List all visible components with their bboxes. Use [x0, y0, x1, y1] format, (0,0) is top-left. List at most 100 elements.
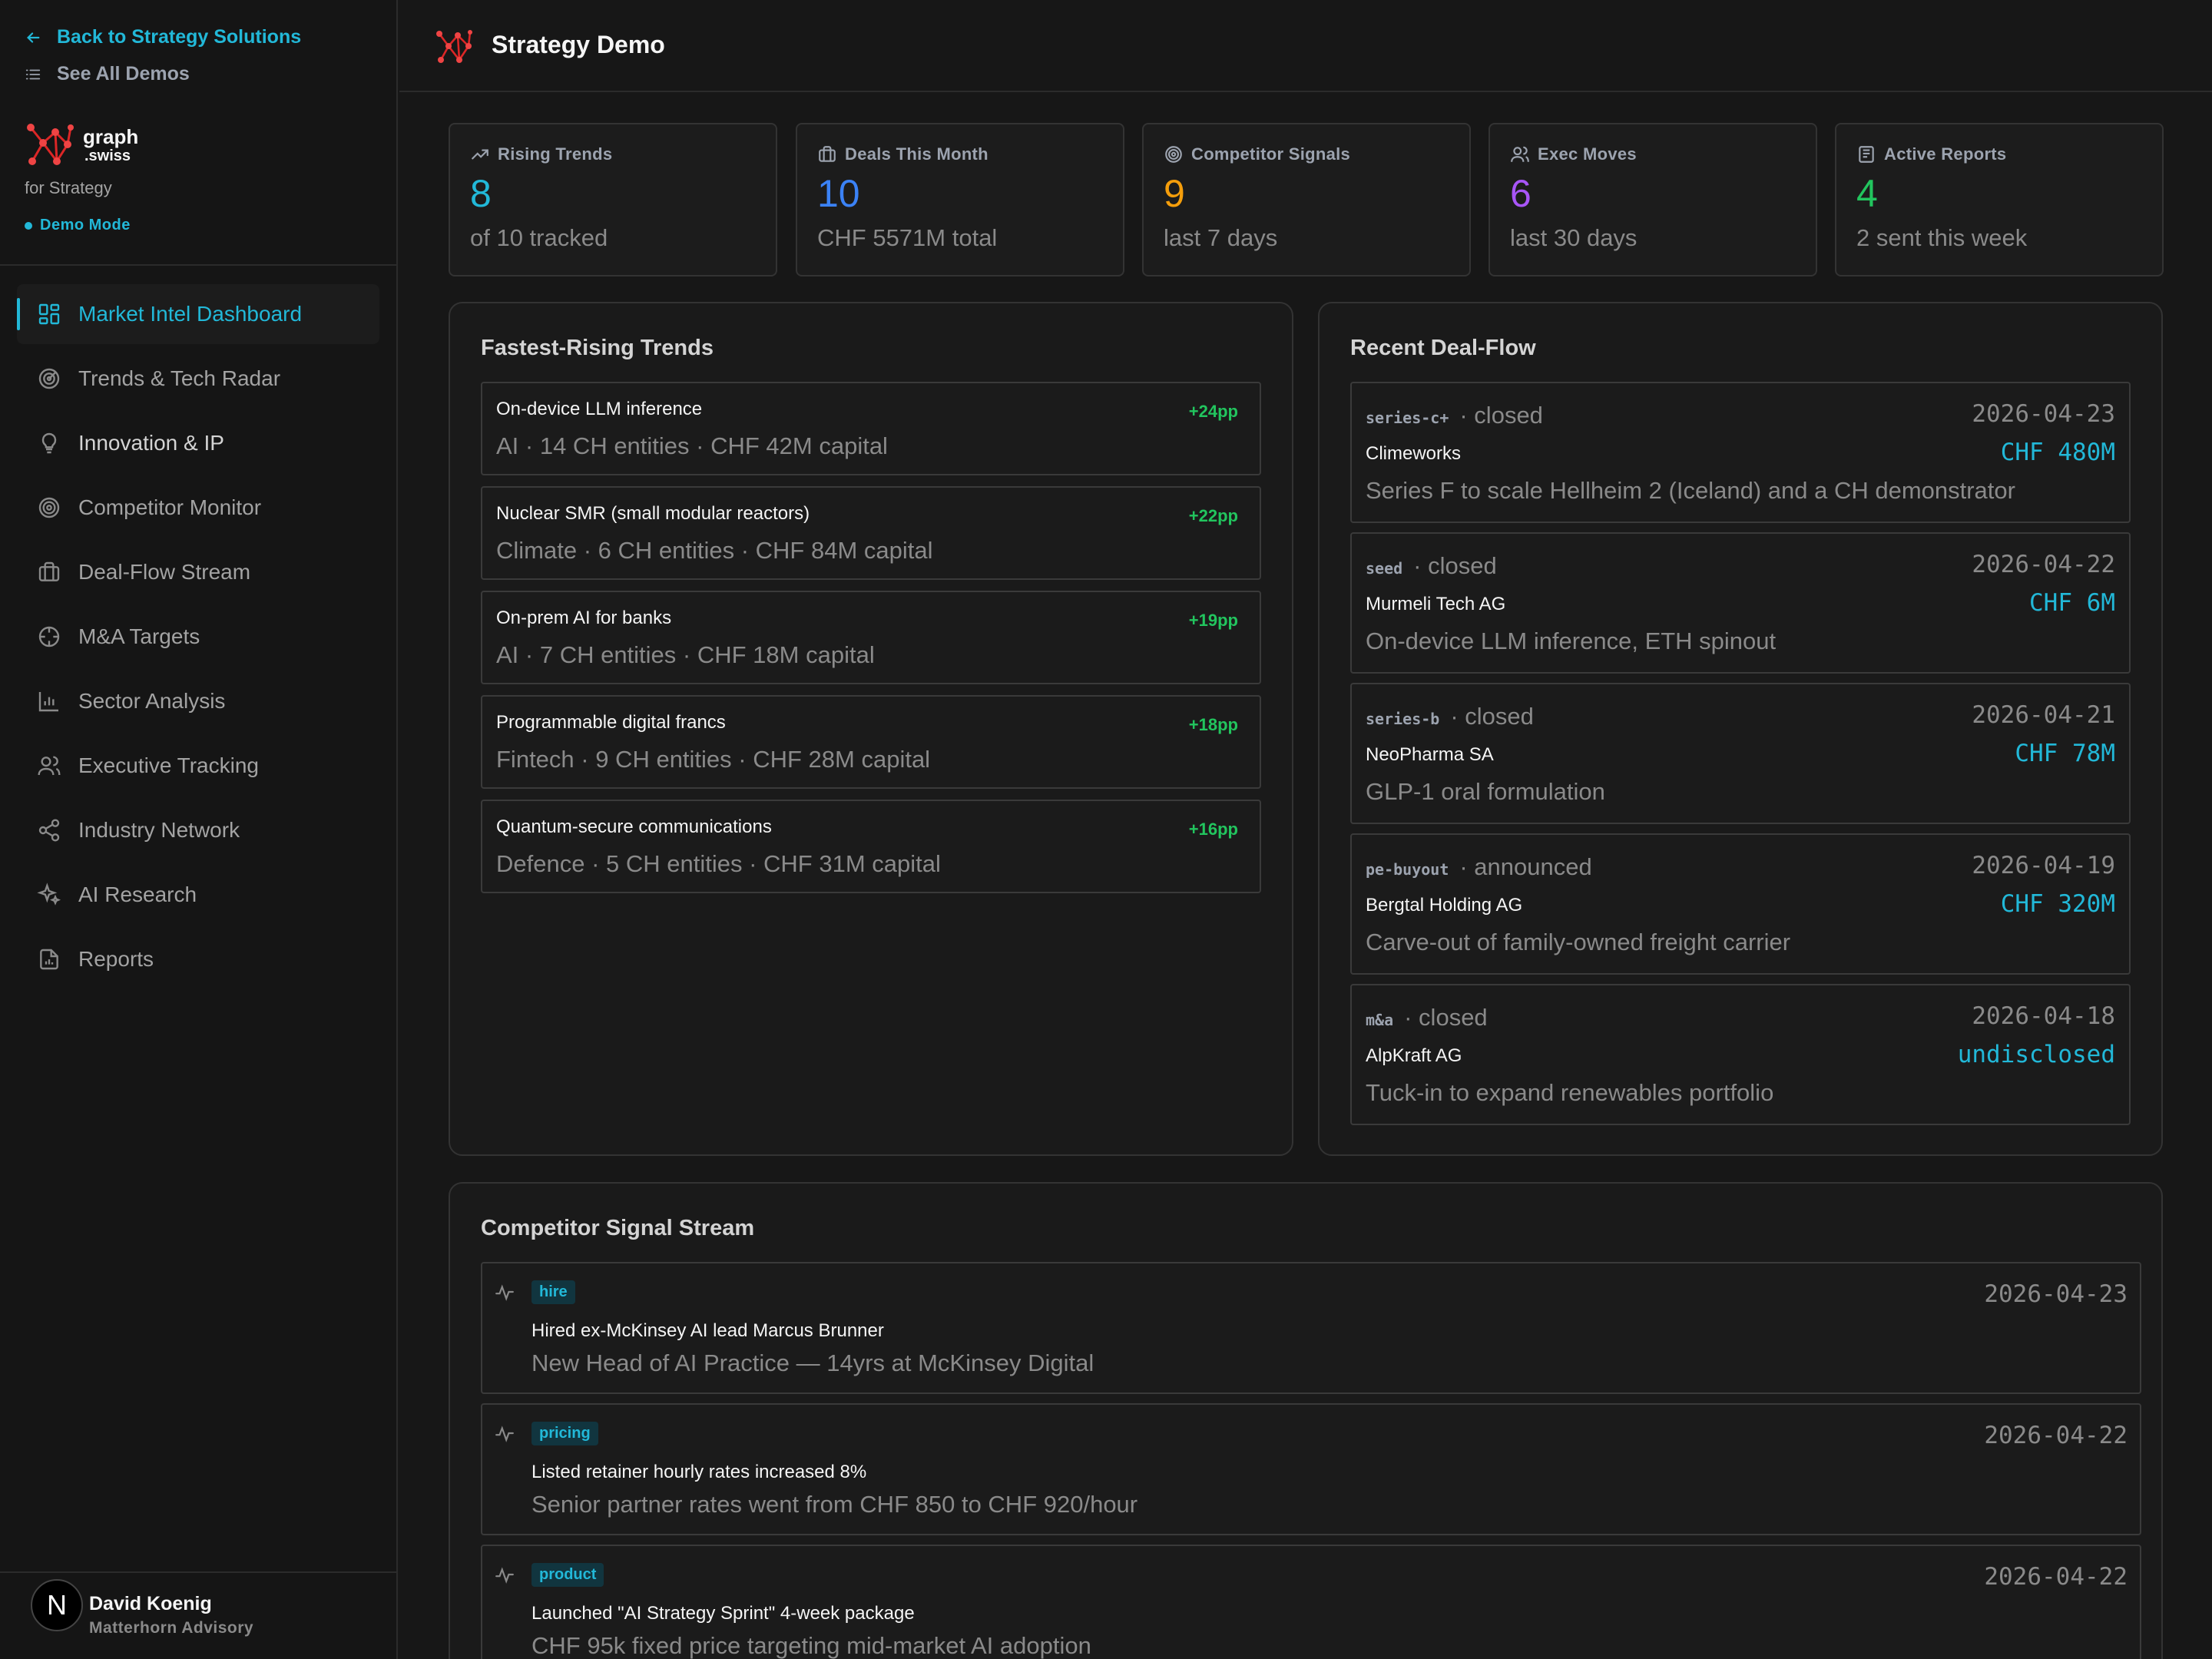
signal-description: New Head of AI Practice — 14yrs at McKin… — [531, 1349, 1094, 1376]
page-title: Strategy Demo — [492, 31, 665, 58]
nav-label: Reports — [78, 947, 154, 971]
nav-label: Competitor Monitor — [78, 495, 262, 519]
kpi-card-deals-this-month[interactable]: Deals This Month 10 CHF 5571M total — [796, 123, 1124, 276]
kpi-value: 6 — [1510, 172, 1532, 215]
trend-item[interactable]: On-prem AI for banks +19pp AI · 7 CH ent… — [481, 591, 1261, 684]
kpi-card-competitor-signals[interactable]: Competitor Signals 9 last 7 days — [1142, 123, 1471, 276]
sidebar: Back to Strategy Solutions See All Demos… — [0, 0, 398, 1659]
deal-stage: seed — [1366, 559, 1403, 578]
trend-item[interactable]: Programmable digital francs +18pp Fintec… — [481, 695, 1261, 789]
panel-title: Recent Deal-Flow — [1350, 336, 1536, 360]
kpi-subtext: last 30 days — [1510, 224, 1637, 251]
trend-item[interactable]: Quantum-secure communications +16pp Defe… — [481, 800, 1261, 893]
nav-item-deal-flow-stream[interactable]: Deal-Flow Stream — [17, 542, 379, 602]
nav-item-ai-research[interactable]: AI Research — [17, 865, 379, 925]
brand-domain: .swiss — [84, 147, 131, 164]
user-name: David Koenig — [89, 1593, 212, 1614]
deal-status: · closed — [1404, 1004, 1488, 1031]
kpi-subtext: 2 sent this week — [1856, 224, 2028, 251]
kpi-subtext: of 10 tracked — [470, 224, 608, 251]
back-label: Back to Strategy Solutions — [57, 26, 302, 48]
nav-item-reports[interactable]: Reports — [17, 929, 379, 989]
nav-item-sector-analysis[interactable]: Sector Analysis — [17, 671, 379, 731]
deal-item[interactable]: m&a · closed 2026-04-18 AlpKraft AG undis… — [1350, 984, 2131, 1125]
deal-item[interactable]: series-b · closed 2026-04-21 NeoPharma SA… — [1350, 683, 2131, 824]
activity-icon — [495, 1567, 514, 1584]
users-icon — [1511, 146, 1529, 162]
kpi-card-rising-trends[interactable]: Rising Trends 8 of 10 tracked — [449, 123, 777, 276]
deal-description: GLP-1 oral formulation — [1366, 778, 1605, 805]
sidebar-nav: Market Intel Dashboard Trends & Tech Rad… — [17, 284, 379, 994]
nav-item-market-intel-dashboard[interactable]: Market Intel Dashboard — [17, 284, 379, 344]
avatar: N — [31, 1579, 83, 1631]
kpi-card-active-reports[interactable]: Active Reports 4 2 sent this week — [1835, 123, 2164, 276]
nav-label: Executive Tracking — [78, 753, 259, 777]
graph-logo-icon — [27, 124, 74, 165]
deal-status: · announced — [1459, 853, 1592, 880]
kpi-subtext: last 7 days — [1164, 224, 1278, 251]
nav-item-industry-network[interactable]: Industry Network — [17, 800, 379, 860]
signal-description: CHF 95k fixed price targeting mid-market… — [531, 1632, 1091, 1659]
nav-label: Market Intel Dashboard — [78, 302, 303, 326]
arrow-left-icon — [27, 31, 40, 43]
nav-label: Industry Network — [78, 818, 240, 842]
deal-description: Tuck-in to expand renewables portfolio — [1366, 1079, 1774, 1106]
kpi-card-exec-moves[interactable]: Exec Moves 6 last 30 days — [1488, 123, 1817, 276]
kpi-label: Active Reports — [1884, 144, 2007, 164]
user-profile[interactable]: N David Koenig Matterhorn Advisory — [0, 1571, 398, 1659]
back-to-solutions-link[interactable]: Back to Strategy Solutions — [25, 26, 301, 48]
trend-title: On-device LLM inference — [496, 399, 703, 419]
deal-item[interactable]: pe-buyout · announced 2026-04-19 Bergtal … — [1350, 833, 2131, 975]
deal-status: · closed — [1459, 402, 1543, 429]
see-all-demos-link[interactable]: See All Demos — [25, 63, 190, 85]
nav-item-executive-tracking[interactable]: Executive Tracking — [17, 736, 379, 796]
nav-item-competitor-monitor[interactable]: Competitor Monitor — [17, 478, 379, 538]
signal-tag: pricing — [531, 1422, 598, 1445]
deal-item[interactable]: seed · closed 2026-04-22 Murmeli Tech AG … — [1350, 532, 2131, 674]
brand-logo: graph .swiss for Strategy Demo Mode — [25, 121, 138, 234]
crosshair-icon — [38, 626, 60, 647]
trend-meta: AI · 14 CH entities · CHF 42M capital — [496, 432, 888, 459]
target-icon — [1165, 146, 1182, 163]
nav-label: M&A Targets — [78, 624, 200, 648]
activity-icon — [495, 1284, 514, 1301]
trend-item[interactable]: Nuclear SMR (small modular reactors) +22… — [481, 486, 1261, 580]
trend-delta: +24pp — [1188, 402, 1238, 421]
deal-date: 2026-04-23 — [1972, 400, 2115, 428]
nav-item-ma-targets[interactable]: M&A Targets — [17, 607, 379, 667]
graph-logo-icon — [436, 30, 472, 63]
signal-item[interactable]: product 2026-04-22 Launched "AI Strategy… — [481, 1545, 2141, 1659]
signal-description: Senior partner rates went from CHF 850 t… — [531, 1491, 1138, 1518]
brand-name: graph — [83, 125, 139, 148]
bar-chart-icon — [38, 692, 58, 712]
nav-item-innovation-ip[interactable]: Innovation & IP — [17, 413, 379, 473]
nav-label: AI Research — [78, 882, 197, 906]
deal-date: 2026-04-19 — [1972, 852, 2115, 879]
trends-panel: Fastest-Rising Trends On-device LLM infe… — [449, 302, 1293, 1156]
trend-item[interactable]: On-device LLM inference +24pp AI · 14 CH… — [481, 382, 1261, 475]
top-header: Strategy Demo — [399, 0, 2212, 92]
deal-company: Climeworks — [1366, 443, 1462, 464]
signal-item[interactable]: pricing 2026-04-22 Listed retainer hourl… — [481, 1403, 2141, 1535]
deal-company: Bergtal Holding AG — [1366, 895, 1523, 916]
trend-title: Nuclear SMR (small modular reactors) — [496, 503, 810, 524]
trend-delta: +19pp — [1188, 611, 1238, 630]
deal-item[interactable]: series-c+ · closed 2026-04-23 Climeworks … — [1350, 382, 2131, 523]
signal-item[interactable]: hire 2026-04-23 Hired ex-McKinsey AI lea… — [481, 1262, 2141, 1394]
demo-mode-badge: Demo Mode — [25, 217, 138, 234]
nav-label: Sector Analysis — [78, 689, 226, 713]
lightbulb-icon — [41, 432, 57, 454]
deal-date: 2026-04-22 — [1972, 551, 2115, 578]
deal-date: 2026-04-18 — [1972, 1002, 2115, 1030]
signal-date: 2026-04-22 — [1984, 1563, 2128, 1591]
kpi-label: Deals This Month — [845, 144, 988, 164]
kpi-value: 9 — [1164, 172, 1185, 215]
deal-status: · closed — [1413, 552, 1497, 579]
file-chart-icon — [40, 949, 58, 970]
nav-item-trends-tech-radar[interactable]: Trends & Tech Radar — [17, 349, 379, 409]
demo-mode-label: Demo Mode — [40, 217, 131, 233]
trending-up-icon — [472, 149, 488, 160]
deal-description: On-device LLM inference, ETH spinout — [1366, 628, 1777, 654]
signal-title: Launched "AI Strategy Sprint" 4-week pac… — [531, 1603, 915, 1624]
kpi-label: Rising Trends — [498, 144, 613, 164]
